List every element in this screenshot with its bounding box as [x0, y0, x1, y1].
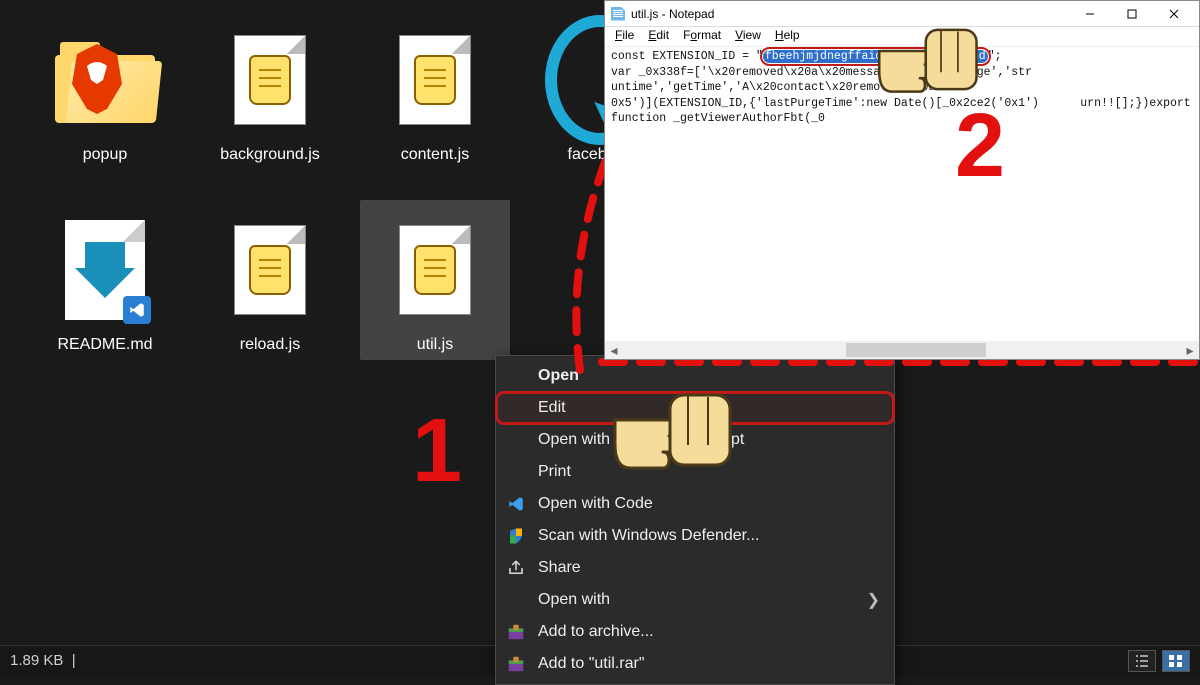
- view-details-button[interactable]: [1128, 650, 1156, 672]
- chevron-right-icon: ❯: [867, 590, 880, 610]
- menu-edit[interactable]: Edit: [642, 27, 675, 46]
- menu-share[interactable]: Share: [496, 552, 894, 584]
- menu-help[interactable]: Help: [769, 27, 806, 46]
- file-background-js[interactable]: background.js: [195, 10, 345, 170]
- annotation-number-2: 2: [955, 95, 1005, 198]
- menu-file[interactable]: File: [609, 27, 640, 46]
- vscode-icon: [506, 494, 526, 514]
- brave-lion-icon: [67, 44, 127, 114]
- file-label: util.js: [417, 336, 453, 354]
- annotation-number-1: 1: [412, 400, 462, 503]
- markdown-file-icon: [65, 220, 145, 320]
- winrar-icon: [506, 654, 526, 674]
- status-size: 1.89 KB |: [10, 652, 76, 669]
- notepad-icon: [611, 7, 625, 21]
- close-button[interactable]: [1153, 3, 1195, 25]
- horizontal-scrollbar[interactable]: ◂ ▸: [605, 341, 1199, 359]
- maximize-button[interactable]: [1111, 3, 1153, 25]
- menu-defender[interactable]: Scan with Windows Defender...: [496, 520, 894, 552]
- vscode-badge-icon: [123, 296, 151, 324]
- menu-view[interactable]: View: [729, 27, 767, 46]
- file-content-js[interactable]: content.js: [360, 10, 510, 170]
- file-label: README.md: [57, 336, 152, 354]
- file-label: content.js: [401, 146, 469, 164]
- menu-format[interactable]: Format: [677, 27, 727, 46]
- notepad-title: util.js - Notepad: [631, 7, 714, 21]
- file-explorer-grid: popup background.js content.js facebook …: [30, 10, 690, 360]
- folder-popup[interactable]: popup: [30, 10, 180, 170]
- js-file-icon: [399, 225, 471, 315]
- scroll-thumb[interactable]: [846, 343, 986, 357]
- file-readme-md[interactable]: README.md: [30, 200, 180, 360]
- pointing-hand-icon: [875, 12, 985, 107]
- file-label: reload.js: [240, 336, 300, 354]
- shield-icon: [506, 526, 526, 546]
- js-file-icon: [234, 225, 306, 315]
- minimize-button[interactable]: [1069, 3, 1111, 25]
- pointing-hand-icon: [610, 375, 740, 485]
- file-util-js[interactable]: util.js: [360, 200, 510, 360]
- js-file-icon: [234, 35, 306, 125]
- share-icon: [506, 558, 526, 578]
- menu-open-code[interactable]: Open with Code: [496, 488, 894, 520]
- file-label: popup: [83, 146, 128, 164]
- scroll-right-icon[interactable]: ▸: [1181, 342, 1199, 358]
- scroll-left-icon[interactable]: ◂: [605, 342, 623, 358]
- file-reload-js[interactable]: reload.js: [195, 200, 345, 360]
- js-file-icon: [399, 35, 471, 125]
- menu-add-rar[interactable]: Add to "util.rar": [496, 648, 894, 680]
- menu-open-with[interactable]: Open with ❯: [496, 584, 894, 616]
- winrar-icon: [506, 622, 526, 642]
- folder-icon: [55, 38, 155, 123]
- file-label: background.js: [220, 146, 320, 164]
- view-icons-button[interactable]: [1162, 650, 1190, 672]
- menu-add-archive[interactable]: Add to archive...: [496, 616, 894, 648]
